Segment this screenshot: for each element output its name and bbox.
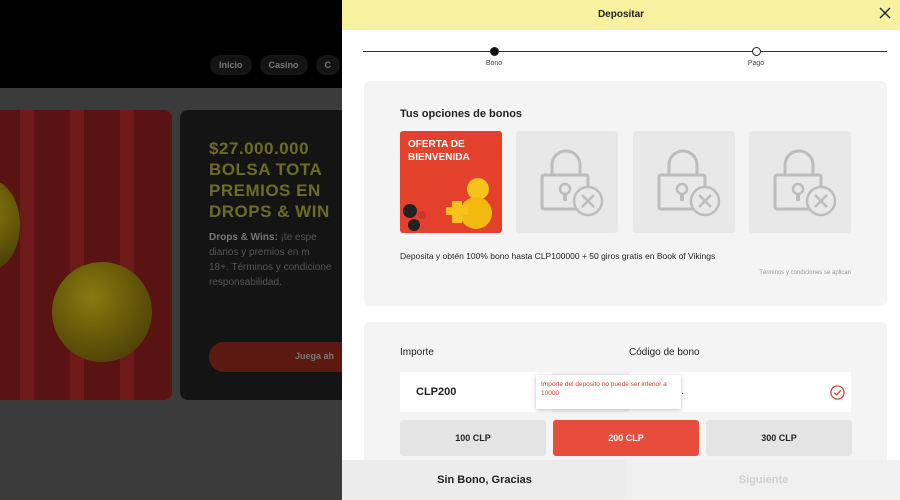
promo-card-left (0, 110, 172, 400)
panel-title: Depositar (597, 9, 645, 20)
amount-label: Importe (400, 347, 434, 358)
step-bono-label: Bono (485, 60, 503, 67)
step-pago-dot (752, 47, 761, 56)
panel-footer: Sin Bono, Gracias Siguiente (342, 460, 900, 500)
coin-image (0, 180, 20, 270)
bonus-tile-locked (749, 131, 851, 233)
step-bono-dot (490, 47, 499, 56)
panel-header: Depositar (342, 0, 900, 30)
bonus-description: Deposita y obtén 100% bono hasta CLP1000… (400, 251, 716, 261)
amount-200-button[interactable]: 200 CLP (553, 420, 699, 456)
deposit-panel: Depositar Bono Pago Tus opciones de bono… (342, 0, 900, 500)
close-icon[interactable] (878, 7, 892, 23)
duck-mascot-icon (403, 178, 492, 231)
amount-error-tooltip: Importe del depósito no puede ser inferi… (536, 375, 681, 409)
promo-play-button: Juega ah (209, 342, 342, 372)
deposit-stepper: Bono Pago (363, 46, 887, 70)
promo-text: Drops & Wins: ¡te espe diarios y premios… (209, 232, 332, 288)
promo-card-drops: $27.000.000 BOLSA TOTA PREMIOS EN DROPS … (180, 110, 342, 400)
bonus-tile-welcome[interactable]: OFERTA DE BIENVENIDA (400, 131, 502, 233)
lock-icon (540, 149, 604, 217)
background-page: Inicio Casino C $27.000.000 BOLSA TOTA P… (0, 0, 342, 500)
lock-icon (657, 149, 721, 217)
site-nav: Inicio Casino C (210, 55, 341, 75)
nav-item-casino: Casino (259, 55, 308, 75)
nav-item-inicio: Inicio (210, 55, 252, 75)
nav-item-more: C (315, 55, 341, 75)
check-circle-icon (830, 385, 845, 400)
stepper-line (363, 51, 887, 52)
step-pago-label: Pago (747, 60, 765, 67)
bonus-heading: Tus opciones de bonos (400, 108, 523, 120)
bonus-terms-link[interactable]: Términos y condiciones se aplican (759, 270, 851, 276)
no-bonus-button[interactable]: Sin Bono, Gracias (342, 460, 627, 500)
promo-title: $27.000.000 BOLSA TOTA PREMIOS EN DROPS … (209, 139, 330, 221)
next-button[interactable]: Siguiente (627, 460, 900, 500)
amount-100-button[interactable]: 100 CLP (400, 420, 546, 456)
coin-image (52, 262, 152, 362)
lock-icon (773, 149, 837, 217)
bonus-tile-locked (633, 131, 735, 233)
bonus-tile-locked (516, 131, 618, 233)
bonus-code-label: Código de bono (629, 347, 700, 358)
bonus-options-section: Tus opciones de bonos OFERTA DE BIENVENI… (364, 81, 887, 306)
amount-input[interactable] (400, 372, 552, 412)
amount-300-button[interactable]: 300 CLP (706, 420, 852, 456)
